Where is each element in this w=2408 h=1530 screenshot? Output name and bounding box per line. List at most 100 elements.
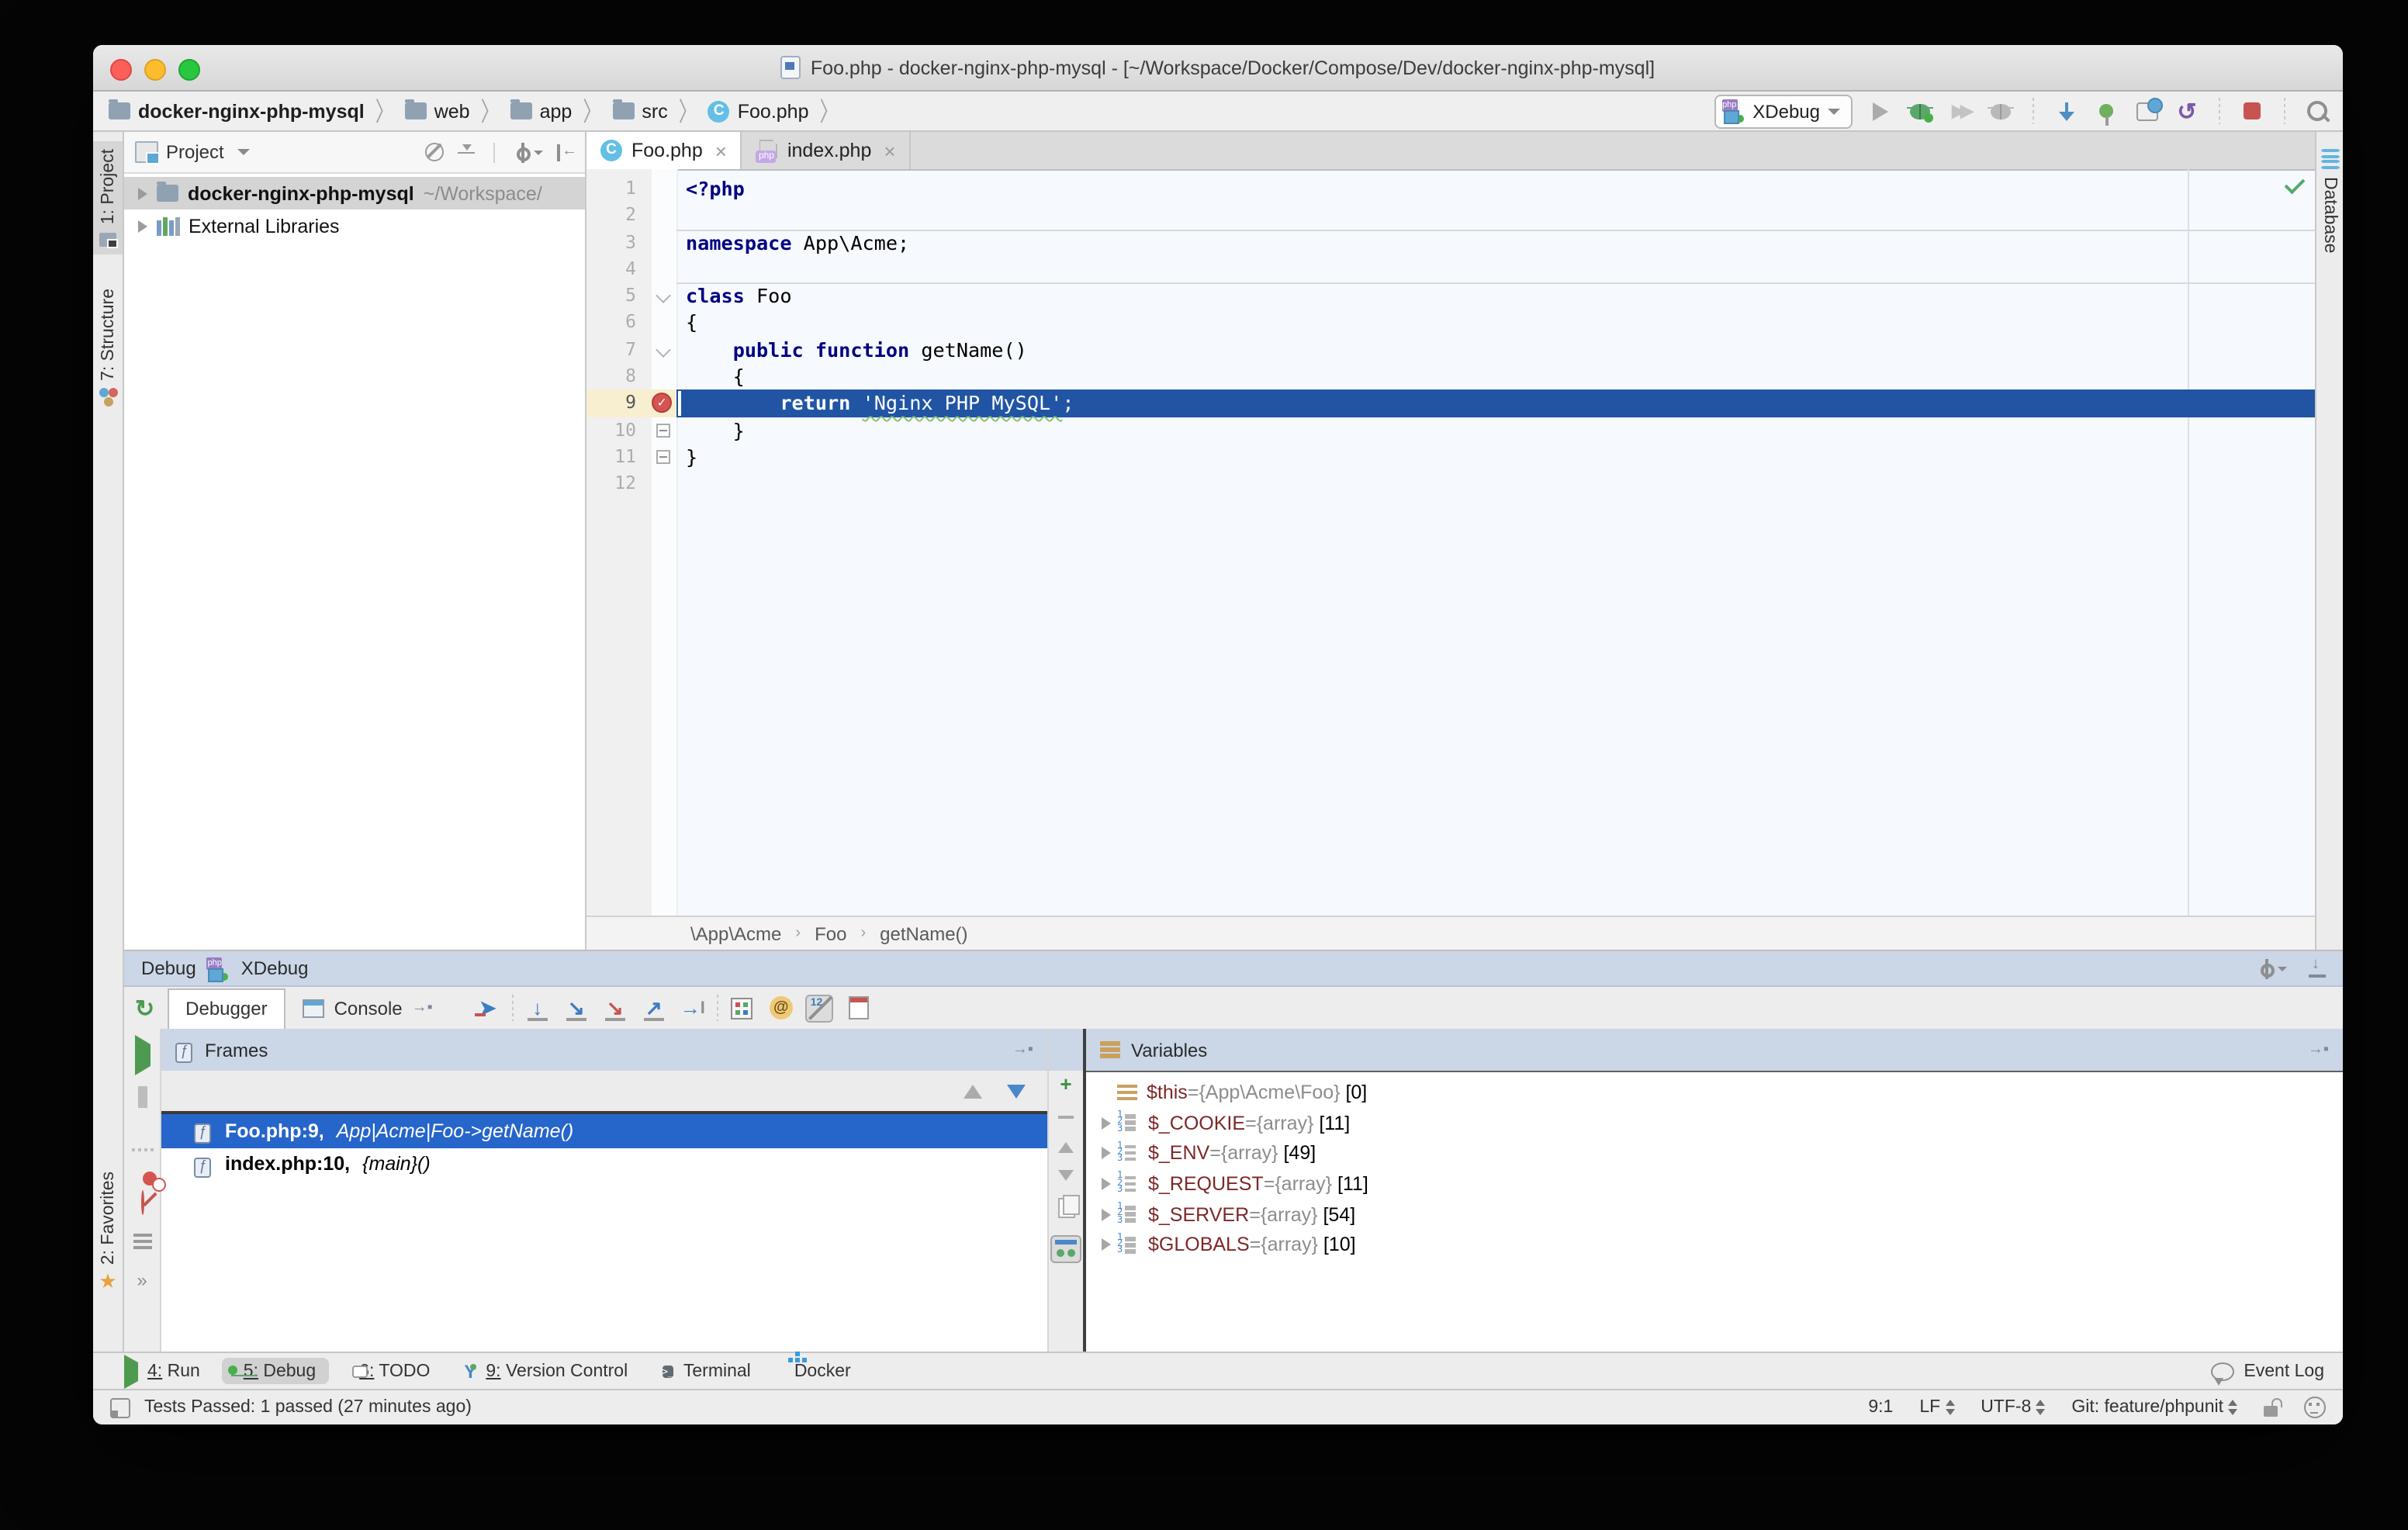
caret-position-widget[interactable]: 9:1 <box>1868 1398 1893 1417</box>
close-window-button[interactable] <box>110 59 132 81</box>
hide-debug-panel-button[interactable] <box>2309 960 2326 977</box>
line-separator-widget[interactable]: LF <box>1919 1398 1954 1417</box>
line-number[interactable]: 6 <box>586 310 652 337</box>
hide-panel-button[interactable] <box>557 144 574 161</box>
listen-debug-connections-button[interactable] <box>1988 98 2014 124</box>
code-line[interactable]: 5class Foo <box>586 282 2315 310</box>
collapse-all-button[interactable] <box>458 144 475 161</box>
more-actions-button[interactable]: » <box>137 1269 147 1291</box>
status-message[interactable]: Tests Passed: 1 passed (27 minutes ago) <box>144 1398 472 1417</box>
breadcrumb-item[interactable]: docker-nginx-php-mysql <box>106 100 368 122</box>
tool-window-button-vcs[interactable]: Y9: Version Control <box>452 1356 640 1386</box>
run-to-cursor-button[interactable]: →I <box>673 992 712 1023</box>
run-button[interactable] <box>1867 98 1893 124</box>
breadcrumb-item[interactable]: CFoo.php <box>705 100 812 122</box>
line-number[interactable]: 4 <box>586 256 652 283</box>
variable-row[interactable]: 123$_COOKIE = {array} [11] <box>1086 1107 2343 1137</box>
remove-watch-button[interactable] <box>1058 1116 1074 1119</box>
debug-button[interactable] <box>1907 98 1933 124</box>
pause-button[interactable] <box>137 1086 147 1108</box>
code-editor[interactable]: 1<?php23namespace App\Acme;45class Foo6{… <box>586 169 2315 917</box>
encoding-widget[interactable]: UTF-8 <box>1981 1398 2045 1417</box>
previous-frame-button[interactable] <box>964 1084 982 1098</box>
zoom-window-button[interactable] <box>178 59 200 81</box>
expand-arrow-icon[interactable] <box>138 220 147 232</box>
code-line[interactable]: 2 <box>586 202 2315 230</box>
code-line[interactable]: 12 <box>586 471 2315 498</box>
expand-arrow-icon[interactable] <box>1095 1208 1117 1220</box>
variable-row[interactable]: 123$GLOBALS = {array} [10] <box>1086 1230 2343 1260</box>
fold-marker-icon[interactable] <box>652 444 676 471</box>
project-view-chevron-icon[interactable] <box>238 149 251 155</box>
breadcrumb-item[interactable]: src <box>609 100 670 122</box>
vcs-commit-button[interactable] <box>2093 98 2119 124</box>
external-libraries-row[interactable]: External Libraries <box>124 209 585 242</box>
breakpoint-icon[interactable]: ✓ <box>652 393 672 414</box>
expand-arrow-icon[interactable] <box>1095 1116 1117 1129</box>
step-out-button[interactable]: ↗ <box>635 992 673 1023</box>
tool-window-switcher-icon[interactable] <box>110 1397 130 1418</box>
project-tree-root-row[interactable]: docker-nginx-php-mysql ~/Workspace/ <box>124 177 585 209</box>
project-settings-button[interactable] <box>514 144 543 161</box>
fold-marker-icon[interactable] <box>652 417 676 444</box>
variable-row[interactable]: 123$_SERVER = {array} [54] <box>1086 1199 2343 1230</box>
debug-settings-button[interactable] <box>2258 960 2287 977</box>
frames-options-icon[interactable]: →▪ <box>1012 1041 1033 1058</box>
tab-console[interactable]: Console →▪ <box>286 988 450 1028</box>
restore-layout-button[interactable] <box>839 992 878 1023</box>
search-everywhere-button[interactable] <box>2304 98 2330 124</box>
variable-row[interactable]: 123$_ENV = {array} [49] <box>1086 1138 2343 1168</box>
code-line[interactable]: 3namespace App\Acme; <box>586 229 2315 256</box>
line-number[interactable]: 11 <box>586 444 652 471</box>
line-number[interactable]: 3 <box>586 229 652 256</box>
frame-row[interactable]: index.php:10, {main}() <box>161 1148 1047 1181</box>
variable-row[interactable]: 123$_REQUEST = {array} [11] <box>1086 1168 2343 1199</box>
force-step-into-button[interactable]: ↘ <box>596 992 635 1023</box>
expand-arrow-icon[interactable] <box>1095 1147 1117 1159</box>
line-number[interactable]: 8 <box>586 363 652 390</box>
line-number[interactable]: 10 <box>586 417 652 444</box>
layout-settings-button[interactable] <box>133 1234 151 1249</box>
mute-breakpoints-button[interactable] <box>140 1192 144 1213</box>
frame-row[interactable]: Foo.php:9, App|Acme|Foo->getName() <box>161 1114 1047 1148</box>
code-line[interactable]: 10 } <box>586 417 2315 444</box>
line-number[interactable]: 1 <box>586 175 652 202</box>
evaluate-expression-button[interactable] <box>723 992 762 1023</box>
step-over-button[interactable]: ↓ <box>518 992 557 1023</box>
add-watch-button[interactable]: + <box>1060 1077 1071 1092</box>
expand-arrow-icon[interactable] <box>1095 1239 1117 1251</box>
tool-window-button-todo[interactable]: 6: TODO <box>337 1358 442 1384</box>
tool-window-button-project[interactable]: 1: Project <box>93 141 123 254</box>
show-values-inline-button[interactable]: @ <box>762 992 801 1023</box>
breadcrumb-item[interactable]: app <box>507 100 576 122</box>
code-line[interactable]: 4 <box>586 256 2315 283</box>
resume-button[interactable] <box>134 1044 150 1066</box>
tool-window-button-debug[interactable]: 5: Debug <box>222 1358 328 1384</box>
code-line[interactable]: 7 public function getName() <box>586 337 2315 364</box>
code-line[interactable]: 9✓ return 'Nginx PHP MySQL'; <box>586 390 2315 417</box>
expand-arrow-icon[interactable] <box>1095 1178 1117 1190</box>
editor-tab-index-php[interactable]: index.php × <box>742 132 912 169</box>
move-watch-up-button[interactable] <box>1058 1142 1074 1153</box>
line-number[interactable]: 7 <box>586 337 652 364</box>
fold-marker-icon[interactable] <box>652 337 676 364</box>
stop-button[interactable] <box>2239 98 2265 124</box>
line-number[interactable]: 2 <box>586 202 652 230</box>
tool-window-button-run[interactable]: 4: Run <box>112 1358 213 1384</box>
event-log-button[interactable]: Event Log <box>2211 1362 2324 1380</box>
show-watches-in-variables-toggle[interactable] <box>1050 1235 1081 1263</box>
read-only-lock-icon[interactable] <box>2264 1405 2278 1416</box>
line-number[interactable]: 9 <box>586 390 652 417</box>
tool-window-button-structure[interactable]: 7: Structure <box>93 281 123 415</box>
editor-breadcrumb-item[interactable]: getName() <box>880 922 967 944</box>
duplicate-watch-button[interactable] <box>1057 1198 1074 1218</box>
editor-breadcrumb-item[interactable]: Foo <box>815 922 846 944</box>
line-number[interactable]: 12 <box>586 471 652 498</box>
select-opened-file-button[interactable] <box>425 143 444 161</box>
show-execution-point-button[interactable]: ➤ <box>469 992 507 1023</box>
expand-arrow-icon[interactable] <box>138 187 147 199</box>
recent-changes-button[interactable] <box>2133 98 2160 124</box>
rollback-button[interactable]: ↺ <box>2174 98 2200 124</box>
tool-window-button-favorites[interactable]: 2: Favorites ★ <box>93 1164 123 1299</box>
git-branch-widget[interactable]: Git: feature/phpunit <box>2071 1398 2237 1417</box>
